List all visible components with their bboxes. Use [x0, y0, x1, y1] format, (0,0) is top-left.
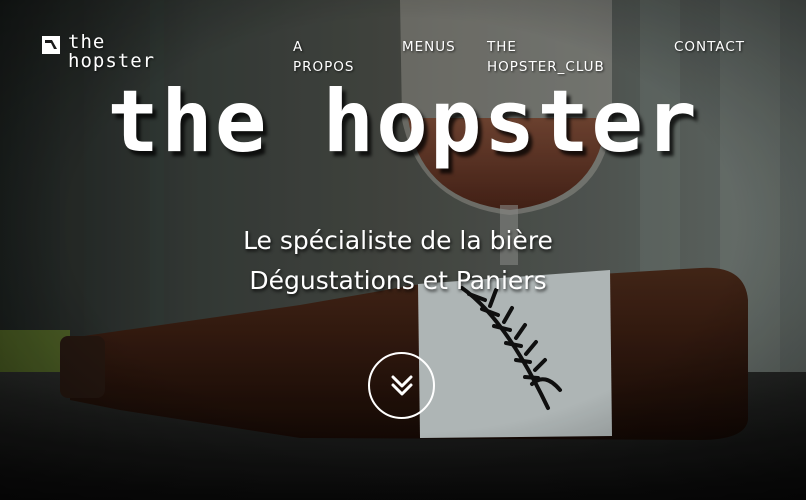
nav-item-a-propos[interactable]: A PROPOS	[293, 37, 363, 77]
nav-item-hopster-club[interactable]: THE HOPSTER_CLUB	[487, 37, 617, 77]
double-chevron-down-icon	[391, 375, 413, 396]
site-logo[interactable]: the hopster	[42, 33, 155, 71]
logo-line-2: hopster	[68, 50, 156, 72]
hero-tagline-1: Le spécialiste de la bière	[243, 226, 553, 255]
hero-tagline-2: Dégustations et Paniers	[249, 266, 547, 295]
logo-wordmark: the hopster	[68, 33, 155, 71]
nav-item-menus[interactable]: MENUS	[402, 37, 472, 57]
hero-section: the hopster A PROPOS MENUS THE HOPSTER_C…	[0, 0, 806, 500]
logo-mark-icon	[42, 36, 60, 54]
nav-item-contact[interactable]: CONTACT	[674, 37, 764, 57]
scroll-down-button[interactable]	[368, 352, 435, 419]
hero-title: the hopster	[107, 72, 699, 172]
